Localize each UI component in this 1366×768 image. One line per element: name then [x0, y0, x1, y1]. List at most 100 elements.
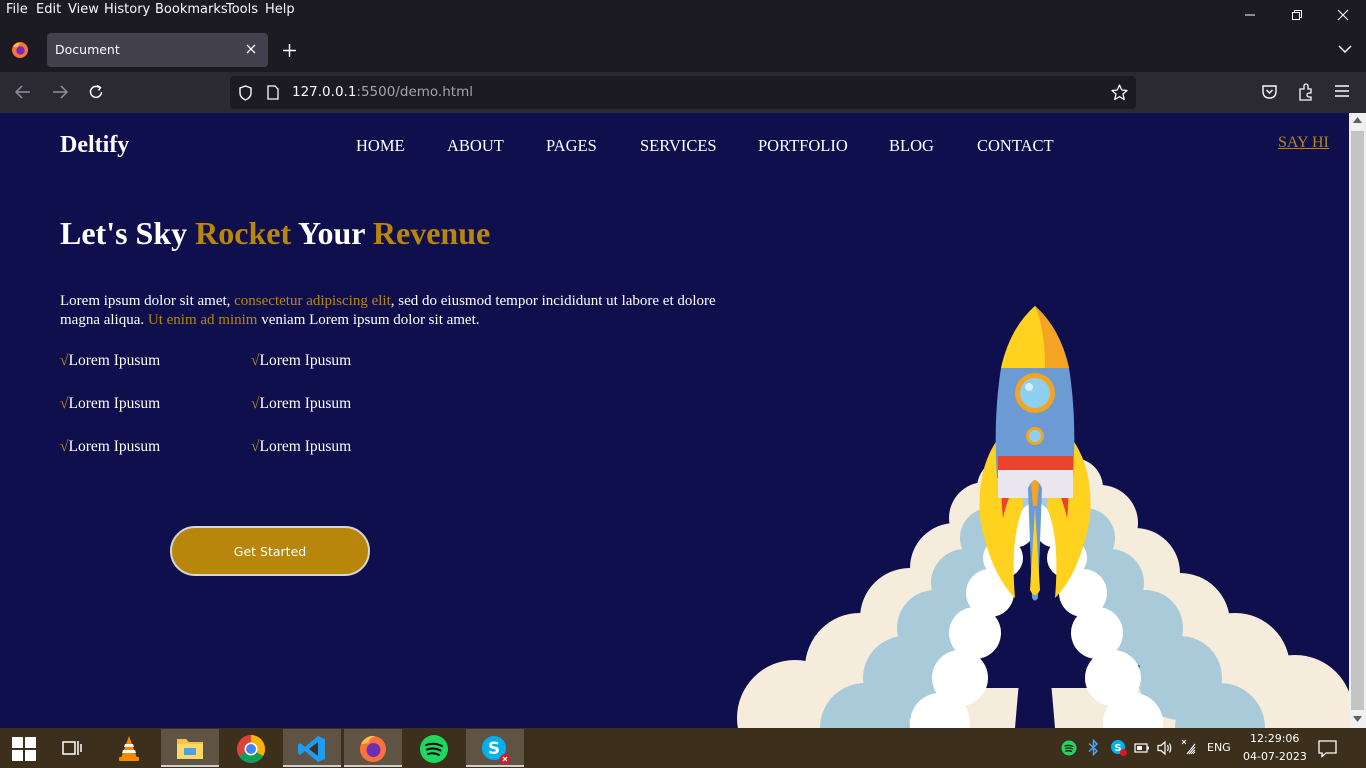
tab-bar: Document — [0, 28, 1366, 72]
check-icon: √ — [251, 438, 260, 455]
skype-tray-icon[interactable]: S — [1110, 739, 1127, 756]
check-icon: √ — [60, 395, 69, 412]
close-window-button[interactable] — [1320, 4, 1366, 26]
volume-icon[interactable] — [1156, 740, 1174, 756]
check-icon: √ — [251, 395, 260, 412]
scroll-down-arrow-icon[interactable] — [1353, 716, 1362, 722]
feature-item: √Lorem Ipusum — [251, 352, 351, 370]
spotify-icon — [420, 735, 448, 763]
bookmark-star-icon[interactable] — [1111, 84, 1128, 101]
minimize-button[interactable] — [1227, 4, 1273, 26]
new-tab-icon[interactable] — [282, 43, 297, 58]
feature-label: Lorem Ipusum — [259, 438, 352, 455]
taskbar-skype[interactable]: S — [466, 729, 524, 767]
menu-view[interactable]: View — [68, 2, 99, 17]
feature-label: Lorem Ipusum — [259, 395, 352, 412]
hero-description: Lorem ipsum dolor sit amet, consectetur … — [60, 292, 740, 330]
navigation-toolbar: 127.0.0.1:5500/demo.html — [0, 72, 1366, 113]
hero-text-highlight: consectetur adipiscing elit — [234, 293, 391, 309]
task-view-icon[interactable] — [62, 739, 82, 757]
feature-label: Lorem Ipusum — [68, 395, 161, 412]
close-icon — [1337, 9, 1349, 21]
check-icon: √ — [60, 352, 69, 369]
windows-taskbar: S S ENG 12:29:06 04-07-2023 — [0, 728, 1366, 768]
taskbar-firefox[interactable] — [344, 729, 402, 767]
taskbar-spotify[interactable] — [405, 729, 463, 767]
notifications-icon[interactable] — [1318, 739, 1337, 758]
hero-title-part: Your — [291, 215, 373, 251]
hero-title-highlight: Revenue — [372, 215, 491, 251]
skype-icon: S — [482, 736, 510, 764]
nav-contact[interactable]: CONTACT — [977, 136, 1054, 156]
clock-time[interactable]: 12:29:06 — [1250, 732, 1299, 745]
menu-bookmarks[interactable]: Bookmarks — [155, 2, 228, 17]
clock-date[interactable]: 04-07-2023 — [1243, 750, 1307, 763]
hero-text-segment: veniam Lorem ipsum dolor sit amet. — [257, 312, 480, 328]
menu-history[interactable]: History — [104, 2, 150, 17]
feature-item: √Lorem Ipusum — [251, 395, 351, 413]
nav-home[interactable]: HOME — [356, 136, 405, 156]
rocket-launch-illustration — [737, 306, 1349, 728]
battery-icon[interactable] — [1134, 741, 1150, 755]
firefox-view-icon[interactable] — [11, 41, 29, 59]
check-icon: √ — [60, 438, 69, 455]
url-host: 127.0.0.1 — [292, 84, 357, 100]
reload-icon[interactable] — [88, 84, 104, 100]
hamburger-menu-icon[interactable] — [1335, 85, 1349, 97]
nav-pages[interactable]: PAGES — [546, 136, 597, 156]
feature-item: √Lorem Ipusum — [60, 395, 160, 413]
tracking-protection-shield-icon[interactable] — [238, 85, 253, 101]
scroll-up-arrow-icon[interactable] — [1353, 117, 1362, 123]
page-icon — [267, 85, 279, 100]
minimize-icon — [1245, 14, 1255, 16]
feature-item: √Lorem Ipusum — [251, 438, 351, 456]
menu-tools[interactable]: Tools — [226, 2, 258, 17]
nav-services[interactable]: SERVICES — [640, 136, 717, 156]
back-icon[interactable] — [15, 85, 31, 99]
rocket — [979, 306, 1091, 601]
taskbar-vlc[interactable] — [100, 729, 158, 767]
menu-bar: File Edit View History Bookmarks Tools H… — [0, 0, 1366, 28]
get-started-button[interactable]: Get Started — [170, 526, 370, 576]
url-text[interactable]: 127.0.0.1:5500/demo.html — [292, 84, 473, 100]
taskbar-file-explorer[interactable] — [161, 729, 219, 767]
pocket-icon[interactable] — [1261, 84, 1278, 100]
hero-text-highlight: Ut enim ad minim — [147, 312, 258, 328]
list-all-tabs-chevron-icon[interactable] — [1338, 44, 1352, 54]
restore-icon — [1292, 10, 1302, 20]
feature-label: Lorem Ipusum — [68, 438, 161, 455]
nav-about[interactable]: ABOUT — [447, 136, 504, 156]
url-path: :5500/demo.html — [356, 84, 473, 100]
taskbar-chrome[interactable] — [222, 729, 280, 767]
bluetooth-icon[interactable] — [1088, 739, 1099, 756]
menu-edit[interactable]: Edit — [36, 2, 61, 17]
wifi-no-internet-icon[interactable] — [1180, 739, 1198, 755]
vlc-icon — [119, 736, 139, 761]
nav-blog[interactable]: BLOG — [889, 136, 934, 156]
close-tab-icon[interactable] — [243, 41, 259, 57]
feature-item: √Lorem Ipusum — [60, 438, 160, 456]
hero-title-highlight: Rocket — [195, 215, 292, 251]
restore-button[interactable] — [1274, 4, 1320, 26]
brand-logo[interactable]: Deltify — [60, 132, 129, 159]
forward-icon[interactable] — [52, 85, 68, 99]
nav-portfolio[interactable]: PORTFOLIO — [758, 136, 848, 156]
hero-title-part: Let's Sky — [60, 215, 196, 251]
windows-start-icon[interactable] — [12, 737, 36, 761]
hero-text-segment: Lorem ipsum dolor sit amet, — [60, 293, 235, 309]
address-bar[interactable]: 127.0.0.1:5500/demo.html — [230, 76, 1136, 109]
input-language[interactable]: ENG — [1207, 741, 1231, 754]
taskbar-vscode[interactable] — [283, 729, 341, 767]
say-hi-link[interactable]: SAY HI — [1278, 134, 1329, 152]
page-viewport: Deltify HOME ABOUT PAGES SERVICES PORTFO… — [0, 113, 1349, 728]
extensions-icon[interactable] — [1298, 83, 1314, 101]
svg-text:S: S — [488, 739, 500, 759]
vscode-icon — [298, 736, 325, 762]
tab-document[interactable]: Document — [47, 33, 268, 67]
hero-title: Let's Sky Rocket Your Revenue — [60, 215, 490, 252]
scrollbar-thumb[interactable] — [1351, 131, 1364, 710]
menu-file[interactable]: File — [6, 2, 28, 17]
menu-help[interactable]: Help — [265, 2, 295, 17]
spotify-tray-icon[interactable] — [1061, 740, 1077, 756]
chrome-icon — [237, 735, 265, 763]
